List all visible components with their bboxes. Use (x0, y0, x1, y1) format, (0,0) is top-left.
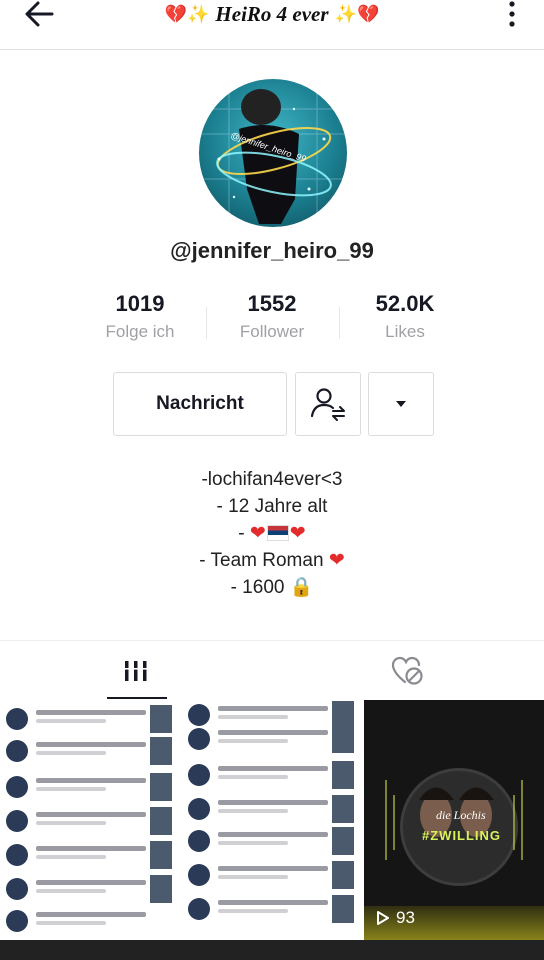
stat-divider (206, 307, 207, 339)
title-text: HeiRo 4 ever (215, 1, 329, 26)
list-item (188, 760, 358, 790)
suggestions-dropdown-button[interactable] (368, 372, 434, 436)
content-tabs (0, 640, 544, 700)
heart-icon: ❤ (249, 523, 266, 544)
stat-followers-label: Follower (239, 322, 305, 341)
list-item (6, 772, 176, 802)
play-icon (377, 911, 389, 925)
stat-followers[interactable]: 1552 Follower (212, 290, 332, 346)
list-item (188, 894, 358, 924)
serbian-flag-icon (266, 525, 289, 541)
stat-following[interactable]: 1019 Folge ich (80, 290, 200, 346)
heart-hidden-icon (391, 656, 423, 685)
title-decoration-right: ✨💔 (334, 3, 380, 24)
user-follow-icon (310, 388, 345, 421)
list-item (6, 840, 176, 870)
heart-icon: ❤ (328, 550, 345, 571)
list-item (188, 860, 358, 890)
lock-icon: 🔒 (289, 577, 314, 598)
bio-dash: - (238, 523, 245, 544)
video-thumbnail[interactable] (182, 700, 362, 940)
tab-liked[interactable] (272, 641, 544, 701)
active-tab-indicator (107, 697, 167, 699)
top-bar: 💔✨ HeiRo 4 ever ✨💔 (0, 0, 544, 50)
stats-row: 1019 Folge ich 1552 Follower 52.0K Likes (0, 290, 544, 350)
list-item (6, 736, 176, 766)
list-item (6, 874, 176, 904)
play-count-value: 93 (396, 908, 415, 927)
bio-text: - 1600 (230, 577, 285, 598)
heart-icon: ❤ (289, 523, 306, 544)
bio-line: - 1600 🔒 (0, 574, 544, 601)
grid-icon (123, 661, 149, 681)
stat-likes[interactable]: 52.0K Likes (345, 290, 465, 346)
list-item (6, 806, 176, 836)
follow-toggle-button[interactable] (295, 372, 361, 436)
stat-following-label: Folge ich (105, 322, 175, 341)
stat-following-value: 1019 (115, 291, 165, 316)
profile-bio: -lochifan4ever<3 - 12 Jahre alt - ❤ ❤ - T… (0, 466, 544, 601)
stat-divider (339, 307, 340, 339)
bio-line: - ❤ ❤ (0, 520, 544, 547)
video-brand-text: die Lochis (436, 808, 486, 822)
list-item (6, 704, 176, 734)
page-title: 💔✨ HeiRo 4 ever ✨💔 (0, 0, 544, 28)
bio-line: - Team Roman ❤ (0, 547, 544, 574)
video-thumbnail[interactable] (0, 700, 180, 940)
avatar[interactable]: @jennifer_heiro_99 (199, 79, 347, 227)
video-thumbnail[interactable]: die Lochis #ZWILLING 93 (364, 700, 544, 940)
bio-line: - 12 Jahre alt (216, 496, 328, 517)
video-grid: die Lochis #ZWILLING 93 (0, 700, 544, 960)
list-item (188, 826, 358, 856)
more-options-icon[interactable] (506, 0, 518, 28)
title-decoration-left: 💔✨ (164, 3, 210, 24)
stat-likes-value: 52.0K (375, 291, 435, 316)
play-count: 93 (376, 908, 415, 928)
stat-likes-label: Likes (385, 322, 425, 341)
list-item (188, 724, 358, 754)
stat-followers-value: 1552 (247, 291, 297, 316)
message-button[interactable]: Nachricht (113, 372, 287, 436)
username: @jennifer_heiro_99 (170, 238, 374, 263)
list-item (6, 906, 176, 936)
list-item (188, 794, 358, 824)
bio-text: - Team Roman (199, 550, 324, 571)
caret-down-icon (396, 401, 406, 407)
tab-videos[interactable] (0, 641, 272, 701)
bio-line: -lochifan4ever<3 (201, 469, 343, 490)
video-hashtag-text: #ZWILLING (422, 828, 502, 843)
next-row-thumbnails (0, 940, 544, 960)
